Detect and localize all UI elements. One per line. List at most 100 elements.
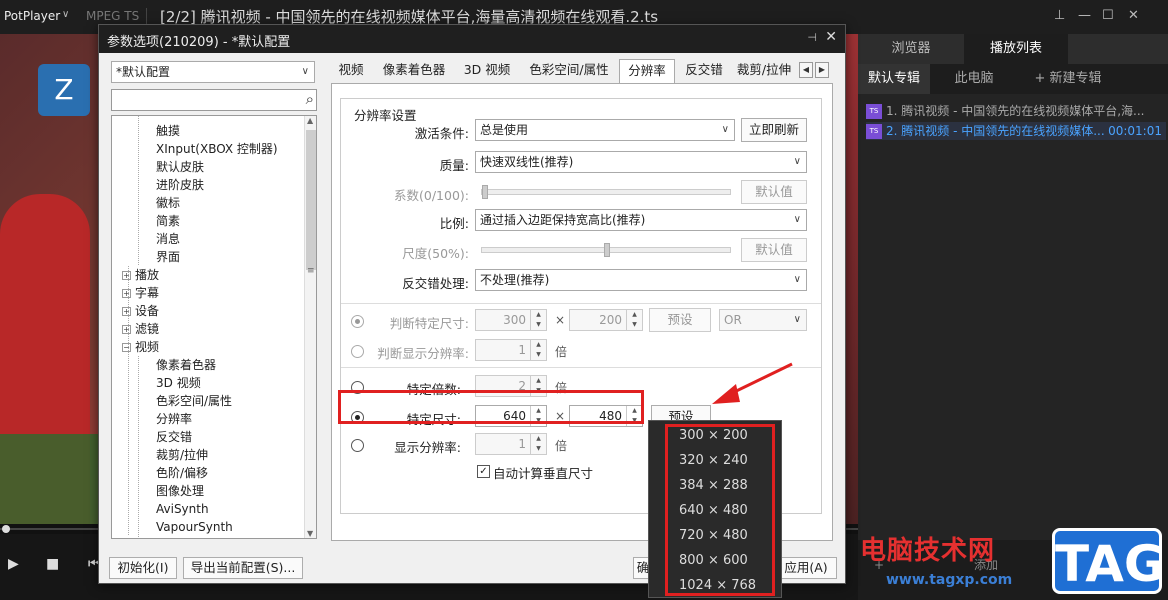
tree-item[interactable]: − 视频 <box>122 338 159 356</box>
coef-slider[interactable] <box>481 185 731 199</box>
tab-video[interactable]: 视频 <box>333 59 369 83</box>
tree-item[interactable]: VapourSynth <box>156 518 233 536</box>
judge-height-input[interactable]: 200 ▲ ▼ <box>569 309 643 331</box>
tab-crop[interactable]: 裁剪/拉伸 <box>735 59 793 83</box>
tab-scroll-right-icon[interactable]: ▶ <box>815 62 829 78</box>
tree-item[interactable]: 像素着色器 <box>156 356 216 374</box>
tree-item[interactable]: + 字幕 <box>122 284 159 302</box>
play-icon[interactable]: ▶ <box>8 556 19 572</box>
tree-item-label: AviSynth <box>156 502 209 516</box>
coef-label: 系数(0/100): <box>394 188 469 203</box>
new-album-button[interactable]: + 新建专辑 <box>1018 64 1118 94</box>
tab-resolution[interactable]: 分辨率 <box>619 59 675 84</box>
spinner-arrows-icon[interactable]: ▲ ▼ <box>530 434 546 454</box>
profile-select[interactable]: *默认配置 ∨ <box>111 61 315 83</box>
tree-item-label: 裁剪/拉伸 <box>156 448 209 462</box>
spinner-arrows-icon[interactable]: ▲ ▼ <box>626 310 642 330</box>
reset-button[interactable]: 初始化(I) <box>109 557 177 579</box>
expand-icon[interactable]: + <box>122 271 131 280</box>
tree-item-label: 反交错 <box>156 430 193 444</box>
tree-item[interactable]: + 设备 <box>122 302 159 320</box>
tree-item[interactable]: 默认皮肤 <box>156 158 204 176</box>
ratio-select[interactable]: 通过插入边距保持宽高比(推荐) ∨ <box>475 209 807 231</box>
export-config-button[interactable]: 导出当前配置(S)... <box>183 557 303 579</box>
tab-scroll-left-icon[interactable]: ◀ <box>799 62 813 78</box>
stop-icon[interactable]: ■ <box>46 556 59 572</box>
pin-icon[interactable]: ⊣ <box>807 31 817 44</box>
tree-item[interactable]: 徽标 <box>156 194 180 212</box>
tree-item[interactable]: 消息 <box>156 230 180 248</box>
quality-select[interactable]: 快速双线性(推荐) ∨ <box>475 151 807 173</box>
coef-default-button[interactable]: 默认值 <box>741 180 807 204</box>
chevron-down-icon: ∨ <box>793 156 801 167</box>
judge-res-input[interactable]: 1 ▲ ▼ <box>475 339 547 361</box>
tree-item[interactable]: 反交错 <box>156 428 192 446</box>
ts-file-icon: TS <box>866 104 882 119</box>
album-default[interactable]: 默认专辑 <box>858 64 930 94</box>
tab-3d-video[interactable]: 3D 视频 <box>459 59 515 83</box>
display-res-input[interactable]: 1 ▲ ▼ <box>475 433 547 455</box>
apply-button[interactable]: 应用(A) <box>775 557 837 579</box>
scroll-up-icon[interactable]: ▲ <box>307 116 313 125</box>
maximize-icon[interactable]: ☐ <box>1102 8 1114 23</box>
slider-handle[interactable] <box>604 243 610 257</box>
chevron-down-icon[interactable]: ∨ <box>62 9 69 20</box>
ratio-value: 通过插入边距保持宽高比(推荐) <box>480 213 646 227</box>
tree-scrollbar[interactable]: ▲ ≡ ▼ <box>304 116 316 538</box>
tree-item-label: 色阶/偏移 <box>156 466 209 480</box>
deint-select[interactable]: 不处理(推荐) ∨ <box>475 269 807 291</box>
tree-item-label: 进阶皮肤 <box>156 178 205 192</box>
expand-icon[interactable]: + <box>122 307 131 316</box>
judge-preset-button[interactable]: 预设 <box>649 308 711 332</box>
tree-item[interactable]: 色阶/偏移 <box>156 464 208 482</box>
tab-pixel-shader[interactable]: 像素着色器 <box>375 59 453 83</box>
scroll-thumb[interactable] <box>306 130 316 270</box>
judge-logic-select[interactable]: OR ∨ <box>719 309 807 331</box>
tree-item[interactable]: 界面 <box>156 248 180 266</box>
refresh-now-button[interactable]: 立即刷新 <box>741 118 807 142</box>
tree-item[interactable]: XInput(XBOX 控制器) <box>156 140 278 158</box>
scale-slider[interactable] <box>481 243 731 257</box>
tree-item[interactable]: + 播放 <box>122 266 159 284</box>
tree-item[interactable]: 触摸 <box>156 122 180 140</box>
tab-browser[interactable]: 浏览器 <box>858 34 964 64</box>
tree-item[interactable]: 裁剪/拉伸 <box>156 446 208 464</box>
activate-select[interactable]: 总是使用 ∨ <box>475 119 735 141</box>
minimize-icon[interactable]: — <box>1078 8 1091 23</box>
expand-icon[interactable]: + <box>122 325 131 334</box>
highlight-box <box>665 424 775 596</box>
playlist-item[interactable]: TS 1. 腾讯视频 - 中国领先的在线视频媒体平台,海... <box>866 102 1166 120</box>
tree-item[interactable]: + 滤镜 <box>122 320 159 338</box>
auto-height-checkbox[interactable]: ✓ <box>477 465 490 478</box>
profile-value: *默认配置 <box>116 65 171 79</box>
tab-deinterlace[interactable]: 反交错 <box>679 59 729 83</box>
scale-default-button[interactable]: 默认值 <box>741 238 807 262</box>
close-icon[interactable]: ✕ <box>1128 8 1139 23</box>
playlist-item-active[interactable]: TS 2. 腾讯视频 - 中国领先的在线视频媒体... 00:01:01 <box>866 122 1166 140</box>
tree-item[interactable]: 3D 视频 <box>156 374 201 392</box>
tree-item-label: 声音 <box>135 538 159 539</box>
spinner-arrows-icon[interactable]: ▲ ▼ <box>530 340 546 360</box>
tree-item[interactable]: 简素 <box>156 212 180 230</box>
scroll-down-icon[interactable]: ▼ <box>307 529 313 538</box>
tab-playlist[interactable]: 播放列表 <box>964 34 1068 64</box>
tree-item[interactable]: 分辨率 <box>156 410 192 428</box>
tree-item[interactable]: AviSynth <box>156 500 209 518</box>
slider-handle[interactable] <box>482 185 488 199</box>
settings-search-input[interactable]: ⌕ <box>111 89 317 111</box>
search-icon[interactable]: ⌕ <box>306 90 314 108</box>
tree-item[interactable]: 进阶皮肤 <box>156 176 204 194</box>
collapse-icon[interactable]: − <box>122 343 131 352</box>
album-this-pc[interactable]: 此电脑 <box>938 64 1010 94</box>
expand-icon[interactable]: + <box>122 289 131 298</box>
app-menu-button[interactable]: PotPlayer <box>4 9 60 23</box>
tree-item[interactable]: 图像处理 <box>156 482 204 500</box>
pin-icon[interactable]: ⊥ <box>1054 8 1065 23</box>
seek-handle[interactable] <box>2 525 10 533</box>
tree-item[interactable]: 色彩空间/属性 <box>156 392 232 410</box>
close-icon[interactable]: ✕ <box>825 29 837 45</box>
judge-width-input[interactable]: 300 ▲ ▼ <box>475 309 547 331</box>
tree-item[interactable]: +声音 <box>122 536 159 539</box>
spinner-arrows-icon[interactable]: ▲ ▼ <box>530 310 546 330</box>
tab-color-space[interactable]: 色彩空间/属性 <box>521 59 617 83</box>
